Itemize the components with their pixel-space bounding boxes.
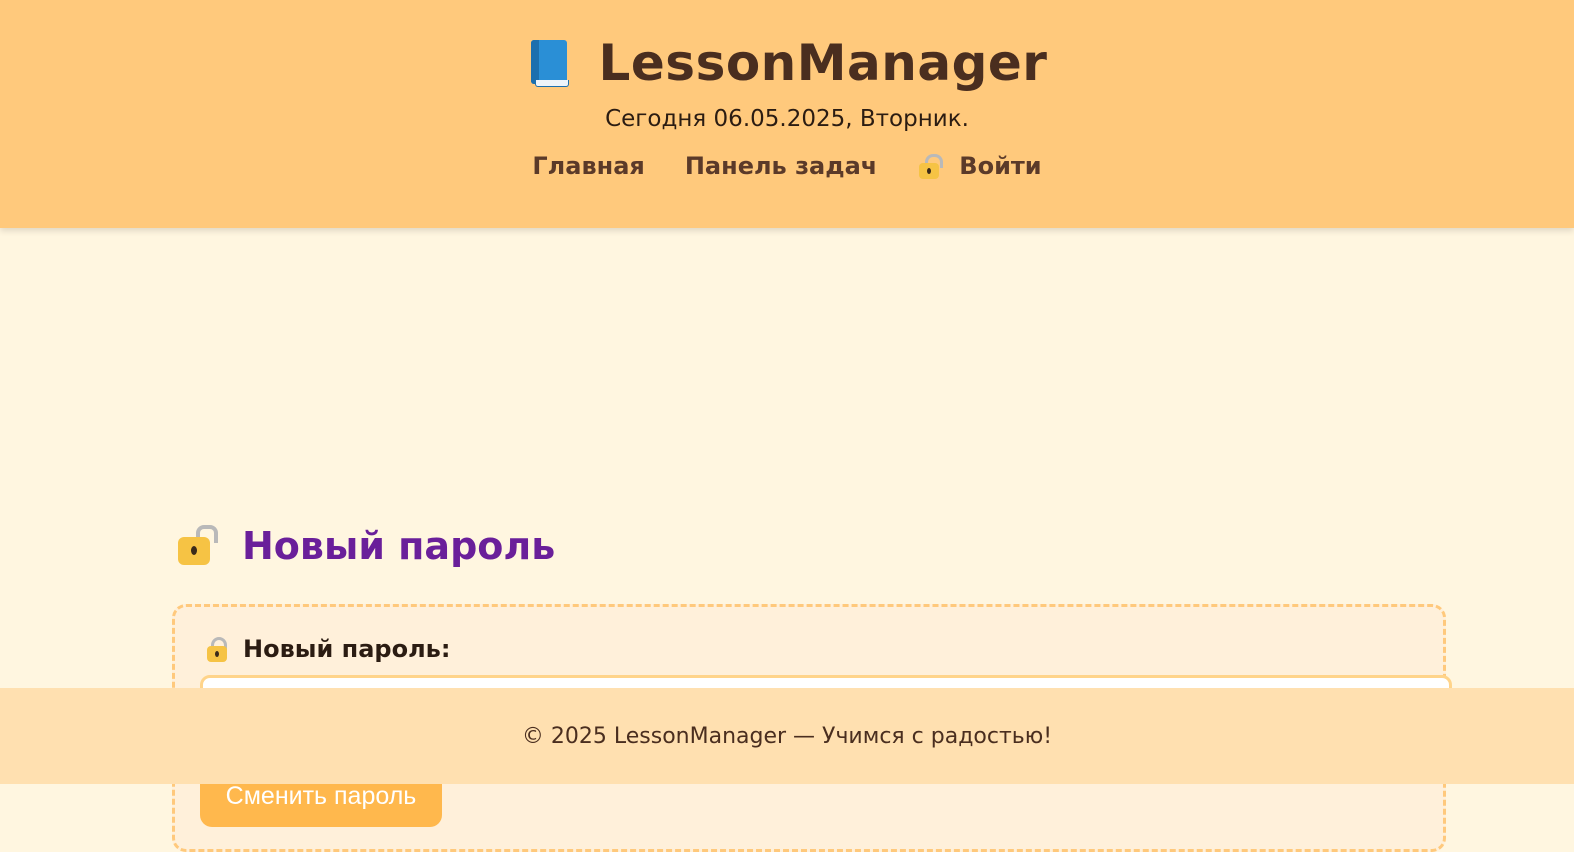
site-footer: © 2025 LessonManager — Учимся с радостью… <box>0 688 1574 784</box>
nav-login-label: Войти <box>959 152 1042 180</box>
lock-with-key-icon <box>176 525 218 567</box>
nav-home-link[interactable]: Главная <box>532 152 644 180</box>
main-nav: Главная Панель задач Войти <box>0 152 1574 180</box>
page-title: Новый пароль <box>176 524 555 568</box>
footer-text: © 2025 LessonManager — Учимся с радостью… <box>521 723 1053 749</box>
nav-tasks-link[interactable]: Панель задач <box>685 152 877 180</box>
brand[interactable]: LessonManager <box>0 34 1574 92</box>
book-icon <box>527 38 569 88</box>
lock-icon <box>917 152 944 180</box>
app-title: LessonManager <box>598 34 1048 92</box>
lock-icon <box>205 635 231 663</box>
current-date: Сегодня 06.05.2025, Вторник. <box>605 106 969 132</box>
page-title-text: Новый пароль <box>242 524 556 568</box>
site-header: LessonManager Сегодня 06.05.2025, Вторни… <box>0 0 1574 228</box>
main-content: Новый пароль Новый пароль: Сменить парол… <box>0 228 1574 852</box>
nav-login-link[interactable]: Войти <box>917 152 1042 180</box>
new-password-label-text: Новый пароль: <box>243 635 451 663</box>
new-password-label: Новый пароль: <box>205 635 450 663</box>
